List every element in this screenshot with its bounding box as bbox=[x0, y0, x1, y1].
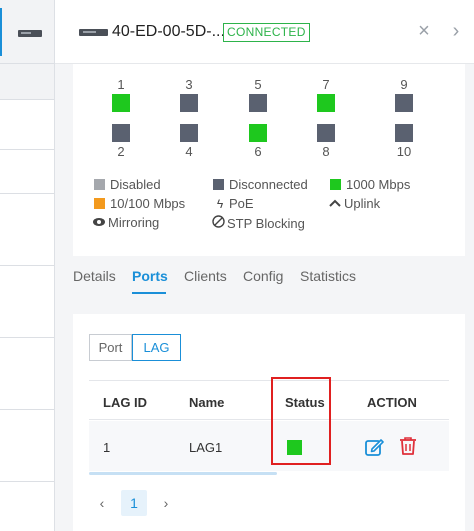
prev-page-button[interactable]: ‹ bbox=[89, 490, 115, 516]
legend-label: Uplink bbox=[344, 196, 381, 211]
app-root: 40-ED-00-5D-... CONNECTED × › 1234567891… bbox=[0, 0, 474, 531]
lightning-icon: ϟ bbox=[216, 197, 224, 211]
legend-label: PoE bbox=[229, 196, 254, 211]
table-header: LAG ID Name Status ACTION bbox=[89, 380, 449, 420]
tab-statistics[interactable]: Statistics bbox=[300, 268, 356, 284]
switch-icon bbox=[18, 30, 42, 37]
port-status-square bbox=[249, 124, 267, 142]
disconnected-swatch bbox=[213, 179, 224, 190]
active-tab-indicator bbox=[132, 292, 166, 294]
tab-ports[interactable]: Ports bbox=[132, 268, 168, 284]
device-list-item[interactable] bbox=[0, 64, 54, 100]
close-icon[interactable]: × bbox=[415, 21, 433, 41]
column-header-action: ACTION bbox=[367, 395, 417, 410]
legend-label: STP Blocking bbox=[227, 216, 305, 231]
device-list-item[interactable] bbox=[0, 100, 54, 150]
horizontal-scrollbar[interactable] bbox=[89, 472, 277, 475]
port-number: 1 bbox=[117, 77, 125, 92]
legend-10-100mbps: 10/100 Mbps bbox=[94, 196, 185, 211]
tab-clients[interactable]: Clients bbox=[184, 268, 227, 284]
column-header-name[interactable]: Name bbox=[189, 395, 224, 410]
status-highlight-box bbox=[271, 377, 331, 465]
gbps-swatch bbox=[330, 179, 341, 190]
mbps-swatch bbox=[94, 198, 105, 209]
port-number: 8 bbox=[322, 144, 330, 159]
eye-icon bbox=[92, 216, 106, 230]
legend-stp-blocking: STP Blocking bbox=[211, 215, 305, 231]
port-status-square bbox=[249, 94, 267, 112]
table-row[interactable]: 1 LAG1 bbox=[89, 421, 449, 471]
port-status-square bbox=[180, 124, 198, 142]
port-number: 7 bbox=[322, 77, 330, 92]
legend-disconnected: Disconnected bbox=[213, 177, 308, 192]
port-toggle-button[interactable]: Port bbox=[90, 335, 132, 360]
tab-config[interactable]: Config bbox=[243, 268, 283, 284]
tab-details[interactable]: Details bbox=[73, 268, 116, 284]
device-drawer: 40-ED-00-5D-... CONNECTED × › 1234567891… bbox=[54, 0, 474, 531]
port-panel: 1 2 3 4 5 6 7 8 9 10 Disabled Disconnected 1000 M… bbox=[73, 64, 465, 256]
legend-uplink: Uplink bbox=[328, 196, 380, 211]
tab-bar: Details Ports Clients Config Statistics bbox=[73, 268, 373, 294]
port-number: 5 bbox=[254, 77, 262, 92]
legend-disabled: Disabled bbox=[94, 177, 161, 192]
lag-id-cell: 1 bbox=[103, 440, 111, 455]
device-list-item[interactable] bbox=[0, 150, 54, 194]
device-list-item-selected[interactable] bbox=[0, 0, 54, 64]
port-number: 3 bbox=[185, 77, 193, 92]
device-list-item[interactable] bbox=[0, 338, 54, 410]
column-header-lag-id[interactable]: LAG ID bbox=[103, 395, 147, 410]
port-status-square bbox=[112, 124, 130, 142]
port-lag-toggle: Port LAG bbox=[89, 334, 181, 361]
port-number: 10 bbox=[396, 144, 412, 159]
device-list bbox=[0, 0, 54, 531]
switch-icon bbox=[79, 29, 108, 36]
legend-label: Disabled bbox=[110, 177, 161, 192]
legend-label: Disconnected bbox=[229, 177, 308, 192]
device-list-item[interactable] bbox=[0, 194, 54, 266]
page-number-button[interactable]: 1 bbox=[121, 490, 147, 516]
chevron-up-icon bbox=[328, 197, 342, 211]
port-status-square bbox=[317, 124, 335, 142]
port-number: 2 bbox=[117, 144, 125, 159]
lag-card: Port LAG LAG ID Name Status ACTION 1 LAG… bbox=[73, 314, 465, 531]
port-status-square bbox=[180, 94, 198, 112]
chevron-right-icon[interactable]: › bbox=[449, 21, 463, 41]
legend-1000mbps: 1000 Mbps bbox=[330, 177, 410, 192]
legend-label: 1000 Mbps bbox=[346, 177, 411, 192]
legend-label: 10/100 Mbps bbox=[110, 196, 186, 211]
port-number: 9 bbox=[400, 77, 408, 92]
status-badge: CONNECTED bbox=[223, 23, 310, 42]
legend-poe: ϟ PoE bbox=[213, 196, 254, 211]
next-page-button[interactable]: › bbox=[153, 490, 179, 516]
device-list-item[interactable] bbox=[0, 266, 54, 338]
device-list-item[interactable] bbox=[0, 410, 54, 482]
trash-icon[interactable] bbox=[399, 436, 417, 456]
port-status-square bbox=[395, 94, 413, 112]
port-status-square bbox=[317, 94, 335, 112]
legend-mirroring: Mirroring bbox=[92, 215, 159, 230]
lag-name-cell: LAG1 bbox=[189, 440, 223, 455]
lag-toggle-button[interactable]: LAG bbox=[132, 334, 181, 361]
drawer-header: 40-ED-00-5D-... CONNECTED × › bbox=[55, 0, 474, 64]
legend-label: Mirroring bbox=[108, 215, 160, 230]
port-number: 4 bbox=[185, 144, 193, 159]
port-number: 6 bbox=[254, 144, 262, 159]
edit-icon[interactable] bbox=[364, 437, 384, 457]
disabled-swatch bbox=[94, 179, 105, 190]
blocked-icon bbox=[211, 215, 225, 231]
selected-indicator bbox=[0, 8, 2, 56]
port-status-square bbox=[112, 94, 130, 112]
device-title: 40-ED-00-5D-... bbox=[112, 23, 225, 40]
port-status-square bbox=[395, 124, 413, 142]
